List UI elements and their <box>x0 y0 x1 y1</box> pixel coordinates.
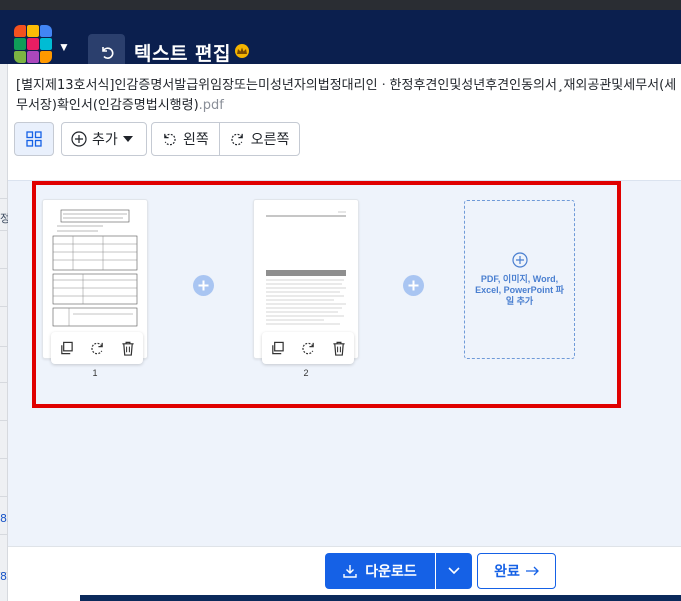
download-label: 다운로드 <box>365 564 417 580</box>
add-button-label: 추가 <box>92 132 118 148</box>
trash-icon[interactable] <box>332 341 346 356</box>
logo-tile <box>40 25 52 37</box>
page-actions <box>262 332 354 364</box>
page-thumbnail[interactable] <box>253 199 359 364</box>
logo-tile <box>40 51 52 63</box>
grid-icon <box>26 131 42 147</box>
rotate-left-icon <box>164 133 176 145</box>
logo-tile <box>27 51 39 63</box>
trash-icon[interactable] <box>121 341 135 356</box>
logo-tile <box>14 38 26 50</box>
add-button[interactable]: 추가 <box>61 122 147 156</box>
done-label: 완료 <box>494 564 520 580</box>
plus-icon <box>198 280 209 291</box>
file-name: [별지제13호서식]인감증명서발급위임장또는미성년자의법정대리인ㆍ한정후견인및성… <box>16 76 681 116</box>
chevron-down-icon[interactable]: ▼ <box>58 40 70 54</box>
app-logo-icon[interactable] <box>14 25 52 63</box>
editor-panel: [별지제13호서식]인감증명서발급위임장또는미성년자의법정대리인ㆍ한정후견인및성… <box>8 64 681 594</box>
arrow-right-icon <box>525 566 539 576</box>
rotate-icon[interactable] <box>90 341 105 356</box>
page-2-preview <box>266 211 346 325</box>
plus-icon <box>408 280 419 291</box>
page-1-preview <box>52 209 138 327</box>
duplicate-icon[interactable] <box>59 341 74 356</box>
page-number: 1 <box>92 368 98 378</box>
chevron-down-icon <box>448 567 460 575</box>
duplicate-icon[interactable] <box>270 341 285 356</box>
plus-circle-icon <box>511 252 528 268</box>
rotate-group: 왼쪽 오른쪽 <box>151 122 301 156</box>
page-number: 2 <box>303 368 309 378</box>
selection-box: 1 2 PDF, 이미지, Word, Excel, PowerPoint 파일… <box>32 181 621 408</box>
file-name-text: [별지제13호서식]인감증명서발급위임장또는미성년자의법정대리인ㆍ한정후견인및성… <box>16 78 677 113</box>
download-button[interactable]: 다운로드 <box>325 553 435 589</box>
logo-tile <box>40 38 52 50</box>
add-files-dropzone[interactable]: PDF, 이미지, Word, Excel, PowerPoint 파일 추가 <box>464 200 575 359</box>
rotate-right-label: 오른쪽 <box>250 132 290 148</box>
rotate-right-icon <box>231 133 243 145</box>
caret-down-icon <box>122 136 133 142</box>
page-title: 텍스트 편집 <box>134 43 232 65</box>
page-thumbnail[interactable] <box>42 199 148 364</box>
done-button[interactable]: 완료 <box>477 553 556 589</box>
file-extension: .pdf <box>198 98 224 113</box>
logo-tile <box>14 25 26 37</box>
rotate-right-button[interactable]: 오른쪽 <box>218 123 300 155</box>
rotate-icon[interactable] <box>301 341 316 356</box>
page-actions <box>51 332 143 364</box>
insert-page-button[interactable] <box>403 275 424 296</box>
rotate-left-label: 왼쪽 <box>183 132 209 148</box>
background-bottom-bar <box>80 595 681 601</box>
rotate-left-button[interactable]: 왼쪽 <box>152 123 219 155</box>
undo-icon <box>101 47 114 59</box>
logo-tile <box>27 25 39 37</box>
add-files-label: PDF, 이미지, Word, Excel, PowerPoint 파일 추가 <box>475 274 564 306</box>
background-window-edge: 정 83 83 <box>0 10 14 601</box>
crown-icon <box>235 44 249 58</box>
logo-tile <box>27 38 39 50</box>
download-icon <box>343 565 357 578</box>
logo-tile <box>14 51 26 63</box>
page-canvas: 1 2 PDF, 이미지, Word, Excel, PowerPoint 파일… <box>8 180 681 546</box>
plus-circle-icon <box>71 131 87 147</box>
grid-view-button[interactable] <box>14 122 54 156</box>
footer-bar: 다운로드 완료 <box>8 546 681 594</box>
editor-header: ▼ 텍스트 편집 <box>0 10 681 70</box>
insert-page-button[interactable] <box>193 275 214 296</box>
browser-strip <box>0 0 681 10</box>
download-options-button[interactable] <box>436 553 472 589</box>
